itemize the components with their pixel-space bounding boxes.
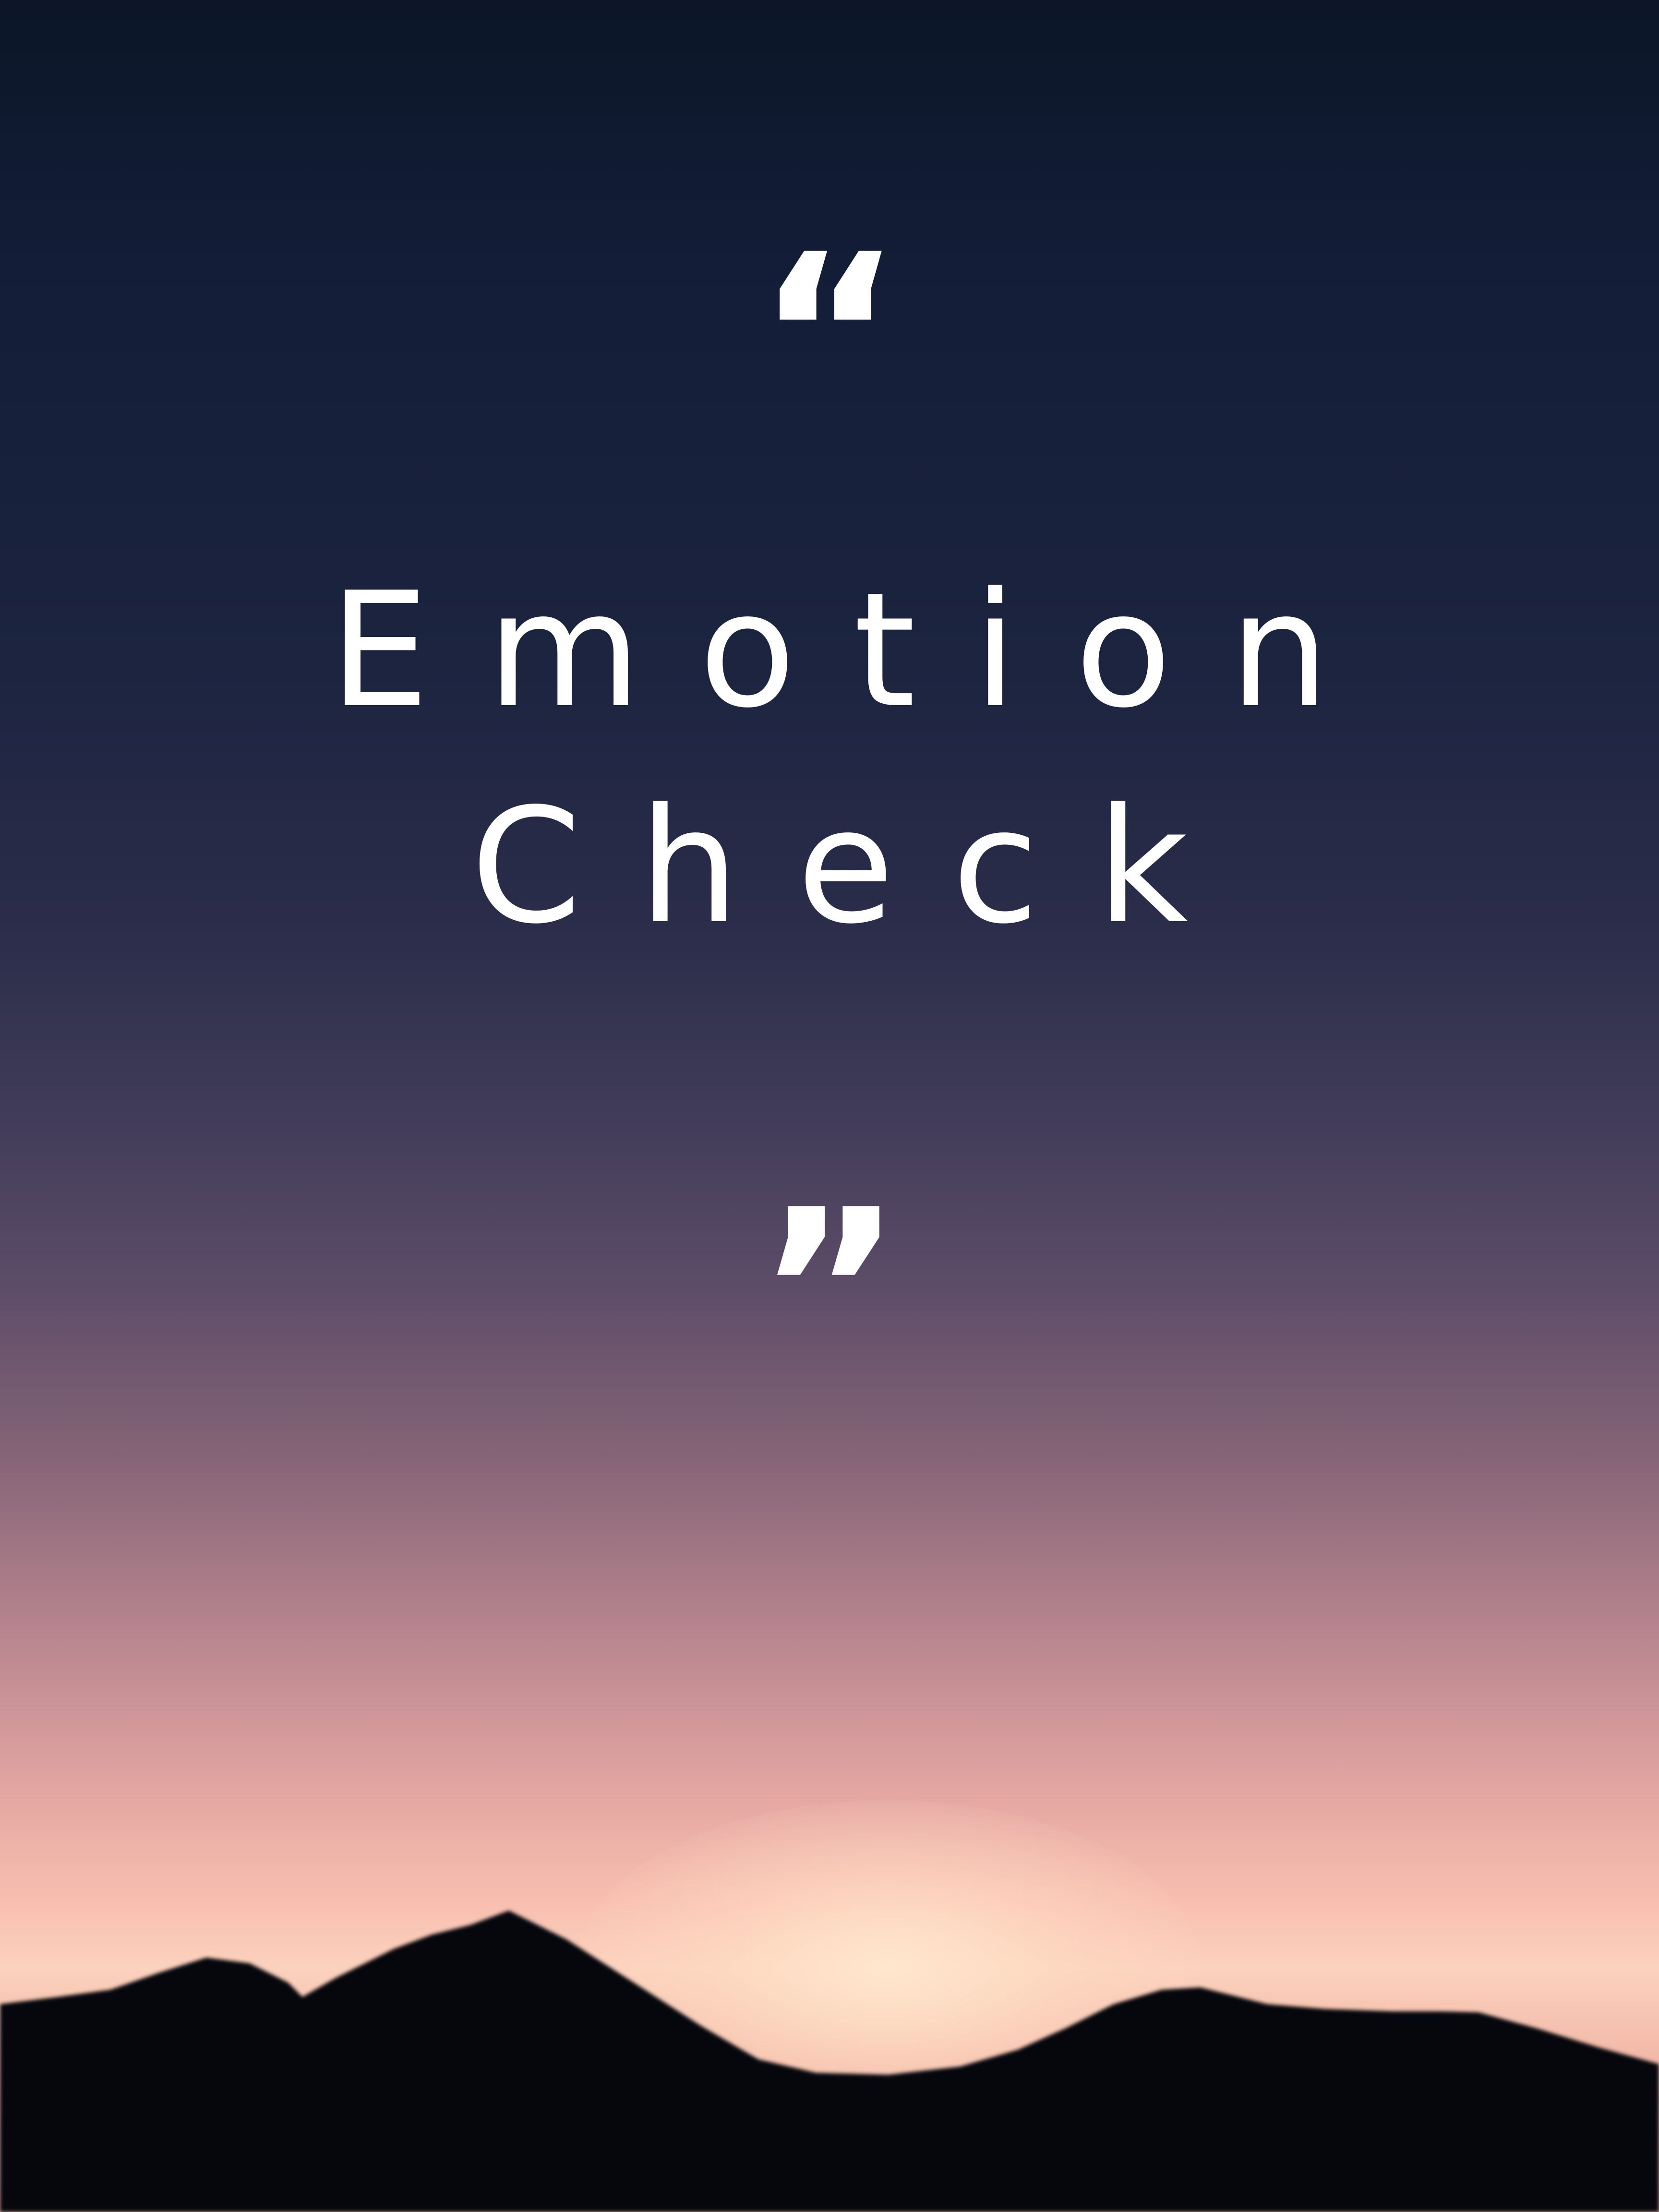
close-quote-mark: ”	[757, 1163, 902, 1419]
open-quote-mark: “	[757, 207, 902, 464]
title-line-check: Check	[470, 774, 1246, 959]
title-line-emotion: Emotion	[329, 558, 1387, 743]
